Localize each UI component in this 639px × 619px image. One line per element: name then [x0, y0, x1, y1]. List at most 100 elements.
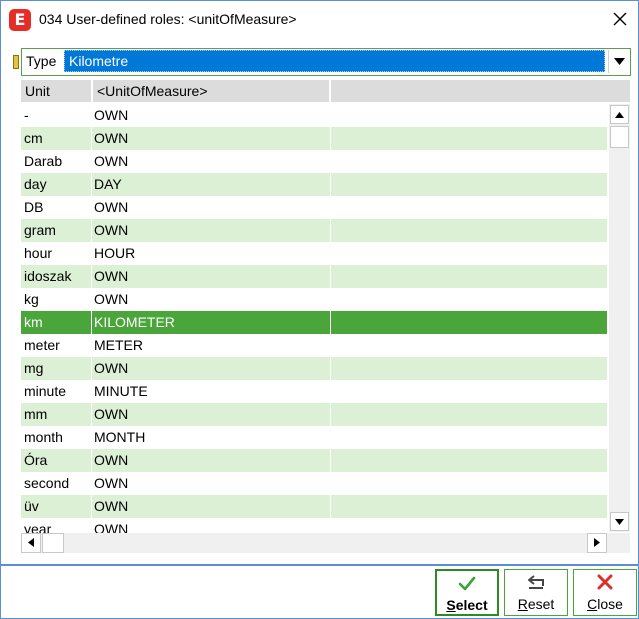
type-selected-value: Kilometre: [69, 53, 129, 69]
cell-separator: [91, 334, 92, 357]
table-row[interactable]: km KILOMETER: [21, 311, 607, 334]
units-grid: Unit <UnitOfMeasure> - OWN cm OWN Darab OWN da…: [21, 78, 630, 553]
table-row[interactable]: üv OWN: [21, 495, 607, 518]
table-row[interactable]: DB OWN: [21, 196, 607, 219]
cell-separator: [91, 380, 92, 403]
cell-separator: [91, 426, 92, 449]
app-logo-icon: E: [9, 9, 31, 31]
chevron-down-icon: [614, 58, 625, 65]
cell-unit: Óra: [24, 452, 48, 468]
cell-uom: KILOMETER: [94, 314, 175, 330]
close-icon: [613, 12, 627, 26]
cell-separator: [91, 150, 92, 173]
cell-separator: [330, 104, 331, 127]
cell-uom: OWN: [94, 268, 129, 284]
pin-marker-icon: [13, 55, 19, 69]
column-header-uom[interactable]: <UnitOfMeasure>: [93, 80, 329, 102]
scroll-down-button[interactable]: [610, 512, 629, 531]
cell-separator: [330, 357, 331, 380]
cell-unit: -: [24, 107, 29, 123]
dialog-window: E 034 User-defined roles: <unitOfMeasure…: [0, 0, 639, 619]
arrow-down-icon: [615, 519, 624, 525]
cell-uom: METER: [94, 337, 143, 353]
cell-separator: [330, 380, 331, 403]
table-row[interactable]: mg OWN: [21, 357, 607, 380]
cell-separator: [330, 150, 331, 173]
cell-uom: OWN: [94, 130, 129, 146]
cell-uom: OWN: [94, 475, 129, 491]
footer-divider: [1, 564, 638, 566]
window-close-button[interactable]: [608, 7, 632, 31]
scrollbar-corner: [609, 533, 630, 553]
cell-uom: HOUR: [94, 245, 136, 261]
cell-unit: month: [24, 429, 63, 445]
cell-uom: MONTH: [94, 429, 146, 445]
cell-uom: OWN: [94, 406, 129, 422]
scroll-right-button[interactable]: [587, 533, 607, 553]
close-button[interactable]: Close: [573, 569, 637, 616]
table-row[interactable]: kg OWN: [21, 288, 607, 311]
window-title: 034 User-defined roles: <unitOfMeasure>: [39, 11, 297, 27]
cell-separator: [330, 265, 331, 288]
horizontal-scrollbar[interactable]: [21, 533, 609, 553]
table-row[interactable]: idoszak OWN: [21, 265, 607, 288]
table-row[interactable]: gram OWN: [21, 219, 607, 242]
cell-unit: Darab: [24, 153, 63, 169]
table-row[interactable]: minute MINUTE: [21, 380, 607, 403]
select-button[interactable]: Select: [435, 569, 499, 616]
type-dropdown-button[interactable]: [608, 50, 630, 73]
cell-separator: [330, 472, 331, 495]
arrow-up-icon: [615, 112, 624, 118]
cell-unit: hour: [24, 245, 53, 261]
table-row[interactable]: mm OWN: [21, 403, 607, 426]
scroll-up-button[interactable]: [610, 105, 629, 124]
cell-separator: [330, 311, 331, 334]
cell-separator: [91, 265, 92, 288]
cell-unit: kg: [24, 291, 39, 307]
cell-separator: [91, 357, 92, 380]
app-logo-letter: E: [14, 10, 26, 29]
type-label: Type: [26, 53, 57, 69]
table-row[interactable]: Óra OWN: [21, 449, 607, 472]
table-row[interactable]: meter METER: [21, 334, 607, 357]
cell-uom: OWN: [94, 360, 129, 376]
table-row[interactable]: second OWN: [21, 472, 607, 495]
cell-unit: idoszak: [24, 268, 72, 284]
vertical-scrollbar[interactable]: [609, 104, 630, 532]
cell-separator: [91, 311, 92, 334]
cell-uom: OWN: [94, 498, 129, 514]
close-button-label: Close: [587, 596, 623, 612]
vertical-scroll-thumb[interactable]: [610, 126, 629, 148]
cell-separator: [91, 242, 92, 265]
cell-uom: OWN: [94, 107, 129, 123]
cell-separator: [330, 127, 331, 150]
cell-separator: [330, 196, 331, 219]
checkmark-icon: [458, 576, 476, 591]
column-header-unit[interactable]: Unit: [21, 80, 91, 102]
cell-separator: [91, 219, 92, 242]
table-row[interactable]: month MONTH: [21, 426, 607, 449]
title-bar: E 034 User-defined roles: <unitOfMeasure…: [1, 1, 638, 39]
cell-separator: [91, 495, 92, 518]
reset-button-label: Reset: [517, 596, 555, 612]
table-row[interactable]: - OWN: [21, 104, 607, 127]
cell-unit: gram: [24, 222, 56, 238]
type-select[interactable]: Kilometre: [64, 50, 605, 72]
scroll-left-button[interactable]: [21, 533, 41, 553]
cell-separator: [91, 403, 92, 426]
table-row[interactable]: hour HOUR: [21, 242, 607, 265]
cell-separator: [330, 403, 331, 426]
cell-separator: [330, 288, 331, 311]
cell-unit: mm: [24, 406, 48, 422]
table-row[interactable]: day DAY: [21, 173, 607, 196]
cell-unit: second: [24, 475, 70, 491]
reset-arrow-icon: [528, 575, 544, 589]
cell-separator: [330, 219, 331, 242]
cell-unit: minute: [24, 383, 67, 399]
cell-separator: [330, 449, 331, 472]
table-row[interactable]: Darab OWN: [21, 150, 607, 173]
reset-button[interactable]: Reset: [504, 569, 568, 616]
table-row[interactable]: cm OWN: [21, 127, 607, 150]
horizontal-scroll-thumb[interactable]: [42, 533, 64, 553]
cell-unit: üv: [24, 498, 39, 514]
